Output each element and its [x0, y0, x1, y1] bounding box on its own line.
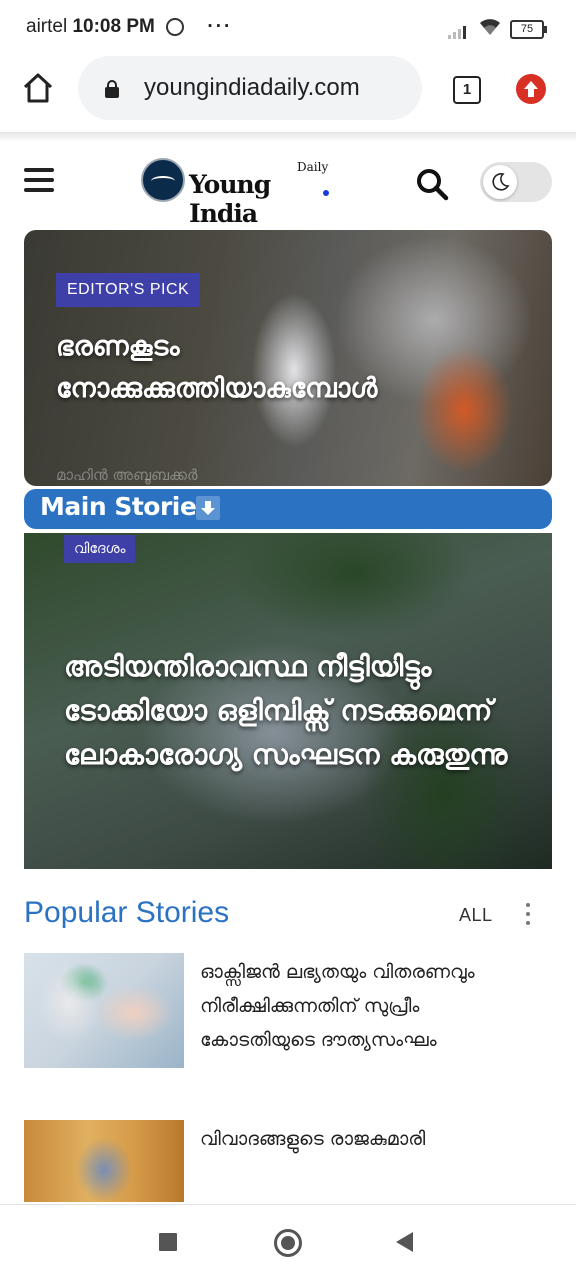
browser-toolbar: youngindiadaily.com 1 — [0, 56, 576, 132]
more-notifications-icon: ··· — [207, 16, 233, 37]
main-stories-bar: Main Stories — [24, 489, 552, 529]
editors-pick-badge: EDITOR'S PICK — [56, 273, 201, 307]
battery-level: 75 — [520, 23, 534, 35]
site-logo[interactable]: Daily Young India — [141, 158, 331, 228]
recents-icon[interactable] — [159, 1233, 177, 1251]
search-icon[interactable] — [414, 166, 450, 202]
popular-story-title[interactable]: ഓക്സിജൻ ലഭ്യതയും വിതരണവും നിരീക്ഷിക്കുന്… — [200, 955, 540, 1057]
logo-dot — [323, 190, 329, 196]
main-story-card[interactable]: വിദേശം അടിയന്തിരാവസ്ഥ നീട്ടിയിട്ടും ടോക്… — [24, 533, 552, 869]
popular-story-title[interactable]: വിവാദങ്ങളുടെ രാജകുമാരി — [200, 1122, 540, 1156]
story-thumbnail[interactable] — [24, 1120, 184, 1202]
whatsapp-icon — [166, 18, 185, 36]
carrier-label: airtel — [26, 16, 68, 37]
main-story-title[interactable]: അടിയന്തിരാവസ്ഥ നീട്ടിയിട്ടും ടോക്കിയോ ഒള… — [64, 645, 534, 777]
wifi-icon — [478, 17, 502, 41]
editors-pick-author: മാഹിൻ അബൂബക്കർ — [56, 466, 198, 484]
signal-icon — [448, 20, 468, 39]
battery-icon: 75 — [510, 20, 547, 39]
dark-mode-toggle[interactable] — [480, 162, 552, 202]
logo-name: Young India — [189, 170, 271, 228]
url-text: youngindiadaily.com — [144, 74, 360, 101]
arrow-down-icon — [196, 496, 220, 520]
popular-stories-heading: Popular Stories — [24, 896, 230, 929]
logo-emblem — [141, 158, 185, 202]
back-icon[interactable] — [396, 1232, 413, 1252]
menu-icon[interactable] — [24, 168, 54, 194]
clock: 10:08 PM — [72, 16, 155, 37]
popular-filter-all[interactable]: ALL — [459, 905, 493, 926]
status-bar: airtel 10:08 PM ··· 75 — [0, 0, 576, 56]
kebab-menu-icon[interactable] — [524, 903, 532, 927]
address-bar[interactable]: youngindiadaily.com — [78, 56, 422, 120]
update-icon[interactable] — [516, 74, 546, 104]
editors-pick-title: ഭരണകൂടം നോക്കുക്കുത്തിയാകുമ്പോൾ — [56, 331, 378, 404]
tabs-button[interactable]: 1 — [453, 76, 481, 104]
editors-pick-card[interactable]: EDITOR'S PICK ഭരണകൂടം നോക്കുക്കുത്തിയാകു… — [24, 230, 552, 486]
site-header: Daily Young India — [0, 142, 576, 228]
story-category-badge[interactable]: വിദേശം — [64, 535, 136, 563]
story-thumbnail[interactable] — [24, 953, 184, 1068]
moon-icon — [483, 165, 517, 199]
status-left: airtel 10:08 PM ··· — [26, 16, 232, 38]
home-icon[interactable] — [20, 70, 56, 106]
system-navigation-bar — [0, 1204, 576, 1281]
lock-icon — [104, 80, 120, 98]
toolbar-shadow — [0, 132, 576, 142]
home-circle-icon[interactable] — [274, 1229, 302, 1257]
main-stories-label: Main Stories — [40, 492, 211, 521]
